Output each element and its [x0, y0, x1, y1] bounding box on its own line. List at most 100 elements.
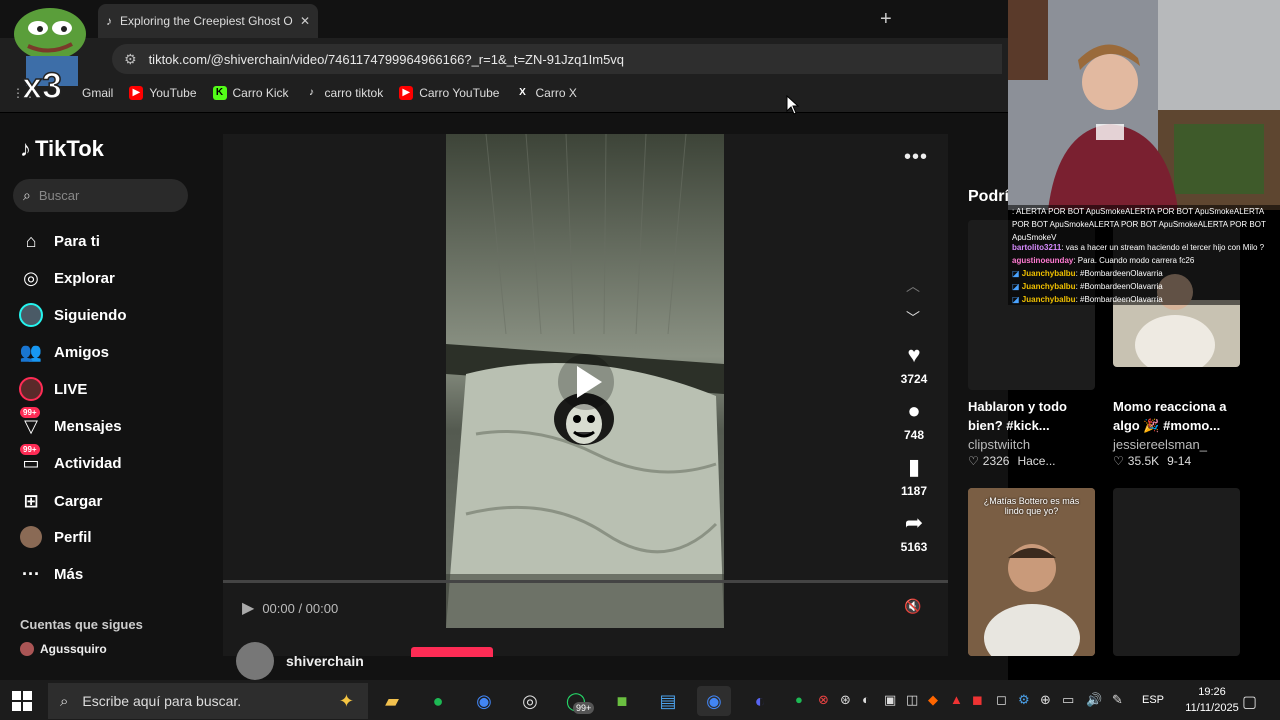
- tab-title: Exploring the Creepiest Ghost O: [120, 14, 293, 28]
- sparkle-icon: ✦: [338, 690, 354, 711]
- minecraft-icon[interactable]: ■: [605, 686, 639, 716]
- pen-icon[interactable]: ✎: [1112, 692, 1123, 708]
- youtube-icon: ▶: [399, 86, 414, 100]
- recommendation-card-thumbnail[interactable]: [1113, 488, 1240, 656]
- tray-app-icon[interactable]: ▣: [884, 692, 896, 708]
- tray-app-icon[interactable]: ⊗: [818, 692, 829, 708]
- recommendation-card-thumbnail[interactable]: ¿Matías Bottero es más lindo que yo?: [968, 488, 1095, 656]
- avatar: [20, 642, 34, 656]
- like-button[interactable]: ♥ 3724: [894, 342, 934, 386]
- new-tab-button[interactable]: +: [880, 8, 892, 31]
- follow-button[interactable]: [411, 647, 493, 657]
- save-button[interactable]: ▮ 1187: [894, 454, 934, 498]
- system-clock[interactable]: 19:26 11/11/2025: [1182, 684, 1242, 716]
- heart-icon: ♥: [907, 342, 921, 367]
- store-icon[interactable]: ▤: [651, 686, 685, 716]
- tray-app-icon[interactable]: ◫: [906, 692, 918, 708]
- obs-icon[interactable]: ◎: [513, 686, 547, 716]
- mute-icon[interactable]: 🔇: [904, 598, 921, 615]
- comment-button[interactable]: ● 748: [894, 398, 934, 442]
- webcam-overlay: [1008, 0, 1280, 210]
- tray-app-icon[interactable]: ◆: [928, 692, 938, 708]
- nav-item-actividad[interactable]: ▭ 99+ Actividad: [18, 444, 122, 476]
- like-count: 3724: [900, 372, 928, 386]
- network-icon[interactable]: ▭: [1062, 692, 1074, 708]
- x-logo-icon: X: [519, 87, 526, 98]
- pepe-sticker-overlay: x3: [14, 8, 86, 100]
- file-explorer-icon[interactable]: ▰: [375, 686, 409, 716]
- share-button[interactable]: ➦ 5163: [894, 510, 934, 554]
- nav-item-para-ti[interactable]: ⌂ Para ti: [18, 228, 100, 254]
- tray-settings-icon[interactable]: ⚙: [1018, 692, 1030, 708]
- nav-item-amigos[interactable]: 👥 Amigos: [18, 339, 109, 365]
- comment-count: 748: [903, 428, 925, 442]
- card-author[interactable]: clipstwiitch: [968, 437, 1030, 452]
- windows-start-icon[interactable]: [12, 691, 32, 711]
- chat-message: ◪ Juanchybalbu: #BombardeenOlavarria: [1012, 282, 1163, 291]
- chat-message: bartolito3211: vas a hacer un stream hac…: [1012, 243, 1265, 252]
- tiktok-logo[interactable]: ♪ TikTok: [20, 136, 104, 162]
- bookmark-carro-x[interactable]: X Carro X: [515, 86, 577, 100]
- site-settings-icon[interactable]: ⚙: [124, 51, 137, 68]
- card-author[interactable]: jessiereelsman_: [1113, 437, 1207, 452]
- close-tab-icon[interactable]: ✕: [300, 14, 310, 28]
- search-input[interactable]: ⌕ Buscar: [13, 179, 188, 212]
- tray-spotify-icon[interactable]: ●: [795, 692, 803, 707]
- mouse-cursor-icon: [786, 95, 800, 115]
- chrome-active-icon[interactable]: ◉: [697, 686, 731, 716]
- spotify-icon[interactable]: ●: [421, 686, 455, 716]
- nav-item-mas[interactable]: ··· Más: [18, 561, 83, 587]
- bookmark-youtube[interactable]: ▶ YouTube: [129, 86, 197, 100]
- nav-item-explorar[interactable]: ◎ Explorar: [18, 265, 115, 291]
- notifications-icon[interactable]: ▢: [1242, 692, 1257, 712]
- activity-icon: ▭ 99+: [18, 444, 44, 476]
- video-author[interactable]: shiverchain: [236, 642, 364, 680]
- nav-item-cargar[interactable]: ⊞ Cargar: [18, 488, 102, 514]
- save-count: 1187: [900, 484, 928, 498]
- bookmarks-bar: ⋮⋮ Gmail ▶ YouTube K Carro Kick ♪ carro tik…: [12, 82, 593, 104]
- chat-message: ◪ Juanchybalbu: #BombardeenOlavarria: [1012, 269, 1163, 278]
- card-stats: ♡ 2326 Hace...: [968, 454, 1056, 468]
- browser-tab[interactable]: ♪ Exploring the Creepiest Ghost O ✕: [98, 4, 318, 38]
- tray-app-icon[interactable]: ◻: [996, 692, 1007, 708]
- whatsapp-icon[interactable]: ◯ 99+: [559, 686, 595, 716]
- heart-outline-icon: ♡: [1113, 454, 1124, 468]
- nav-item-siguiendo[interactable]: Siguiendo: [18, 302, 127, 328]
- next-video-icon[interactable]: ﹀: [906, 308, 920, 328]
- tray-app-icon[interactable]: ◼: [972, 692, 983, 708]
- more-options-icon[interactable]: •••: [904, 146, 928, 169]
- tray-app-icon[interactable]: ⊛: [840, 692, 851, 708]
- volume-icon[interactable]: 🔊: [1086, 692, 1102, 708]
- tiktok-favicon-icon: ♪: [106, 14, 112, 28]
- url-text: tiktok.com/@shiverchain/video/7461174799…: [148, 51, 625, 67]
- nav-item-perfil[interactable]: Perfil: [18, 524, 92, 550]
- tiktok-icon: ♪: [309, 87, 315, 98]
- bookmark-carro-youtube[interactable]: ▶ Carro YouTube: [399, 86, 499, 100]
- bookmark-icon: ▮: [907, 454, 921, 479]
- card-title[interactable]: Hablaron y todo bien? #kick...: [968, 397, 1096, 435]
- nav-item-mensajes[interactable]: ▽ 99+ Mensajes: [18, 407, 122, 439]
- video-progress-bar[interactable]: [223, 580, 948, 583]
- kick-icon: K: [212, 86, 227, 100]
- address-bar[interactable]: ⚙ tiktok.com/@shiverchain/video/74611747…: [112, 44, 1002, 74]
- taskbar-search-input[interactable]: ⌕ Escribe aquí para buscar. ✦: [48, 683, 368, 719]
- previous-video-icon[interactable]: ︿: [906, 276, 920, 296]
- discord-icon[interactable]: ◐: [743, 686, 777, 716]
- bookmark-carro-tiktok[interactable]: ♪ carro tiktok: [305, 86, 383, 100]
- card-overlay-text: ¿Matías Bottero es más lindo que yo?: [983, 496, 1080, 516]
- tray-app-icon[interactable]: ⊕: [1040, 692, 1051, 708]
- language-indicator[interactable]: ESP: [1142, 694, 1164, 706]
- card-title[interactable]: Momo reacciona a algo 🎉 #momo...: [1113, 397, 1241, 435]
- messages-icon: ▽ 99+: [18, 407, 44, 439]
- chrome-icon[interactable]: ◉: [467, 686, 501, 716]
- tray-app-icon[interactable]: ▲: [950, 692, 963, 707]
- bookmark-carro-kick[interactable]: K Carro Kick: [212, 86, 289, 100]
- nav-item-live[interactable]: LIVE: [18, 376, 87, 402]
- play-small-icon[interactable]: ▶: [242, 598, 254, 618]
- youtube-icon: ▶: [129, 86, 144, 100]
- tray-discord-icon[interactable]: ◐: [862, 692, 870, 707]
- home-icon: ⌂: [25, 230, 37, 251]
- play-button[interactable]: [556, 352, 616, 412]
- following-avatar-icon: [18, 302, 44, 328]
- following-account-item[interactable]: Agussquiro: [20, 642, 107, 656]
